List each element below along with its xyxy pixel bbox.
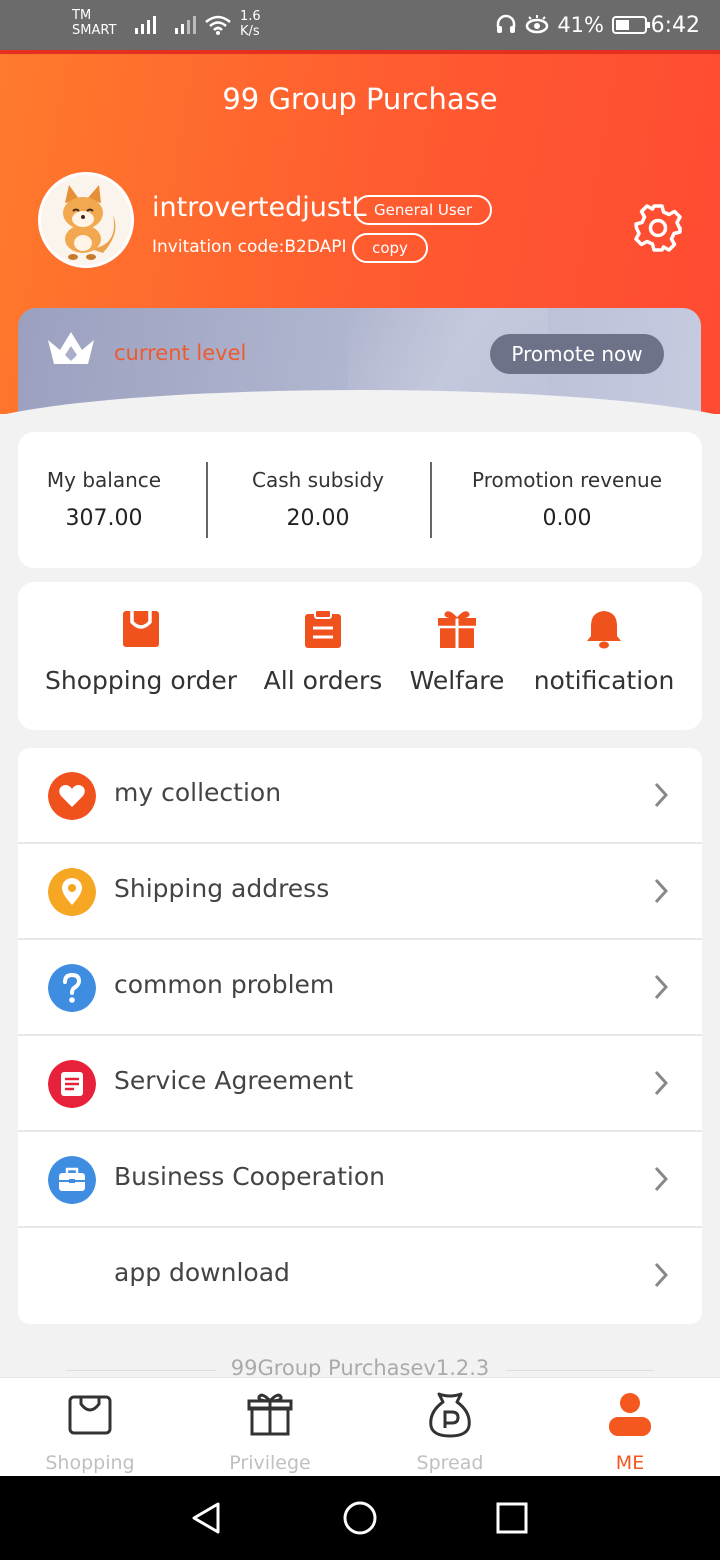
stat-label: Promotion revenue: [472, 468, 662, 492]
eye-comfort-icon: [526, 15, 549, 34]
notification-button[interactable]: notification: [530, 608, 678, 695]
quick-actions-card: Shopping order All orders Welfare notifi…: [18, 582, 702, 730]
parking-bag-icon: [429, 1392, 471, 1438]
tab-spread[interactable]: Spread: [360, 1378, 540, 1477]
tab-label: Spread: [416, 1452, 484, 1474]
stat-label: Cash subsidy: [252, 468, 384, 492]
menu-item-label: Business Cooperation: [114, 1162, 385, 1191]
chevron-right-icon: [654, 974, 668, 1000]
heart-icon: [48, 772, 96, 820]
menu-item-app-download[interactable]: app download: [18, 1228, 702, 1324]
person-icon: [609, 1393, 651, 1436]
quick-action-label: notification: [533, 666, 675, 695]
battery-percent: 41%: [557, 13, 604, 37]
shopping-bag-icon: [68, 1395, 112, 1435]
network-speed: 1.6 K/s: [240, 9, 261, 39]
chevron-right-icon: [654, 1070, 668, 1096]
menu-item-label: Service Agreement: [114, 1066, 354, 1095]
chevron-right-icon: [654, 1262, 668, 1288]
stat-value: 20.00: [286, 506, 350, 531]
tab-label: Privilege: [229, 1452, 311, 1474]
stat-value: 307.00: [65, 506, 143, 531]
stat-promotion-revenue[interactable]: Promotion revenue 0.00: [432, 432, 702, 568]
bottom-tab-bar: Shopping Privilege Spread ME: [0, 1377, 720, 1476]
tab-label: Shopping: [45, 1452, 135, 1474]
profile-header: 99 Group Purchase introvertedjustL Gener…: [0, 54, 720, 414]
carrier-name: TM SMART: [72, 8, 117, 38]
menu-item-label: my collection: [114, 778, 282, 807]
status-bar: TM SMART 1.6 K/s 41% 6:42: [0, 0, 720, 54]
shopping-order-button[interactable]: Shopping order: [44, 608, 238, 695]
chevron-right-icon: [654, 878, 668, 904]
balance-stats-card: My balance 307.00 Cash subsidy 20.00 Pro…: [18, 432, 702, 568]
wifi-icon: [205, 15, 231, 35]
system-nav-bar: [0, 1476, 720, 1560]
briefcase-icon: [48, 1156, 96, 1204]
menu-item-shipping-address[interactable]: Shipping address: [18, 844, 702, 940]
back-icon[interactable]: [188, 1500, 224, 1536]
user-type-badge: General User: [354, 195, 493, 225]
bell-icon: [587, 611, 621, 649]
menu-list: my collection Shipping address common pr…: [18, 748, 702, 1324]
username: introvertedjustL: [152, 192, 367, 223]
battery-icon: [612, 16, 650, 34]
quick-action-label: Welfare: [409, 666, 505, 695]
avatar[interactable]: [38, 172, 134, 268]
signal-icon: [135, 16, 156, 34]
copy-button[interactable]: copy: [352, 233, 428, 263]
clipboard-icon: [305, 609, 341, 648]
current-level-label: current level: [114, 341, 247, 365]
location-pin-icon: [48, 868, 96, 916]
menu-item-label: app download: [114, 1258, 290, 1287]
document-icon: [48, 1060, 96, 1108]
tab-privilege[interactable]: Privilege: [180, 1378, 360, 1477]
recents-icon[interactable]: [494, 1500, 530, 1536]
signal-icon-2: [175, 16, 196, 34]
home-icon[interactable]: [342, 1500, 378, 1536]
gear-icon[interactable]: [632, 202, 684, 254]
shopping-bag-icon: [123, 609, 159, 647]
quick-action-label: All orders: [263, 666, 383, 695]
gift-icon: [247, 1393, 293, 1436]
menu-item-label: common problem: [114, 970, 335, 999]
gift-icon: [438, 611, 476, 648]
stat-label: My balance: [46, 468, 162, 492]
all-orders-button[interactable]: All orders: [258, 608, 388, 695]
chevron-right-icon: [654, 1166, 668, 1192]
headset-icon: [497, 14, 516, 33]
tab-label: ME: [615, 1452, 645, 1474]
tab-me[interactable]: ME: [540, 1378, 720, 1477]
menu-item-my-collection[interactable]: my collection: [18, 748, 702, 844]
stat-value: 0.00: [542, 506, 592, 531]
menu-item-business-cooperation[interactable]: Business Cooperation: [18, 1132, 702, 1228]
fox-avatar-image: [41, 175, 131, 265]
stat-my-balance[interactable]: My balance 307.00: [18, 432, 190, 568]
menu-item-service-agreement[interactable]: Service Agreement: [18, 1036, 702, 1132]
clock: 6:42: [650, 13, 700, 38]
chevron-right-icon: [654, 782, 668, 808]
menu-item-label: Shipping address: [114, 874, 330, 903]
tab-shopping[interactable]: Shopping: [0, 1378, 180, 1477]
stat-cash-subsidy[interactable]: Cash subsidy 20.00: [208, 432, 428, 568]
promote-now-button[interactable]: Promote now: [490, 334, 664, 374]
page-title: 99 Group Purchase: [222, 82, 498, 116]
welfare-button[interactable]: Welfare: [402, 608, 512, 695]
crown-icon: [48, 332, 94, 364]
invitation-code: Invitation code:B2DAPI: [152, 237, 347, 257]
quick-action-label: Shopping order: [44, 666, 238, 695]
menu-item-common-problem[interactable]: common problem: [18, 940, 702, 1036]
question-icon: [48, 964, 96, 1012]
